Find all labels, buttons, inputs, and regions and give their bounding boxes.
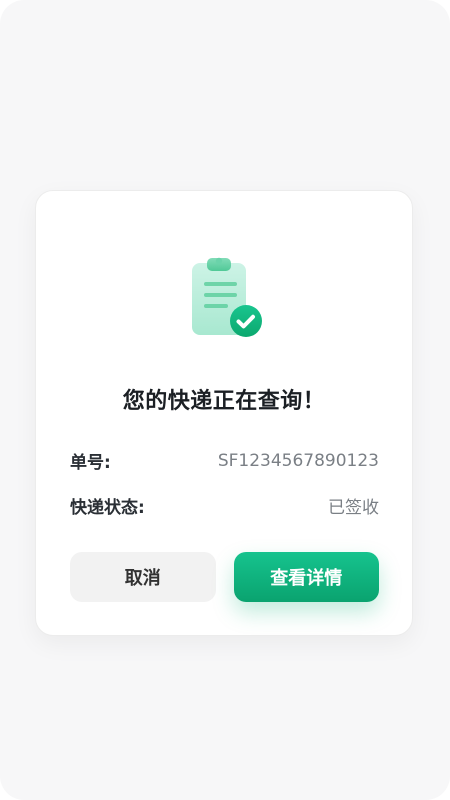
status-label: 快递状态: xyxy=(70,498,145,518)
cancel-button[interactable]: 取消 xyxy=(70,552,216,602)
status-row: 快递状态: 已签收 xyxy=(70,493,379,518)
view-details-button[interactable]: 查看详情 xyxy=(233,552,379,602)
express-query-dialog: 您的快递正在查询！ 单号: SF1234567890123 快递状态: 已签收 … xyxy=(35,190,413,636)
tracking-label: 单号: xyxy=(70,453,111,473)
tracking-row: 单号: SF1234567890123 xyxy=(70,448,379,474)
app-screen: 您的快递正在查询！ 单号: SF1234567890123 快递状态: 已签收 … xyxy=(0,0,450,800)
dialog-actions: 取消 查看详情 xyxy=(70,552,379,602)
clipboard-check-icon xyxy=(186,249,266,341)
dialog-title: 您的快递正在查询！ xyxy=(122,389,326,414)
status-value: 已签收 xyxy=(328,498,379,518)
tracking-number: SF1234567890123 xyxy=(217,450,379,471)
